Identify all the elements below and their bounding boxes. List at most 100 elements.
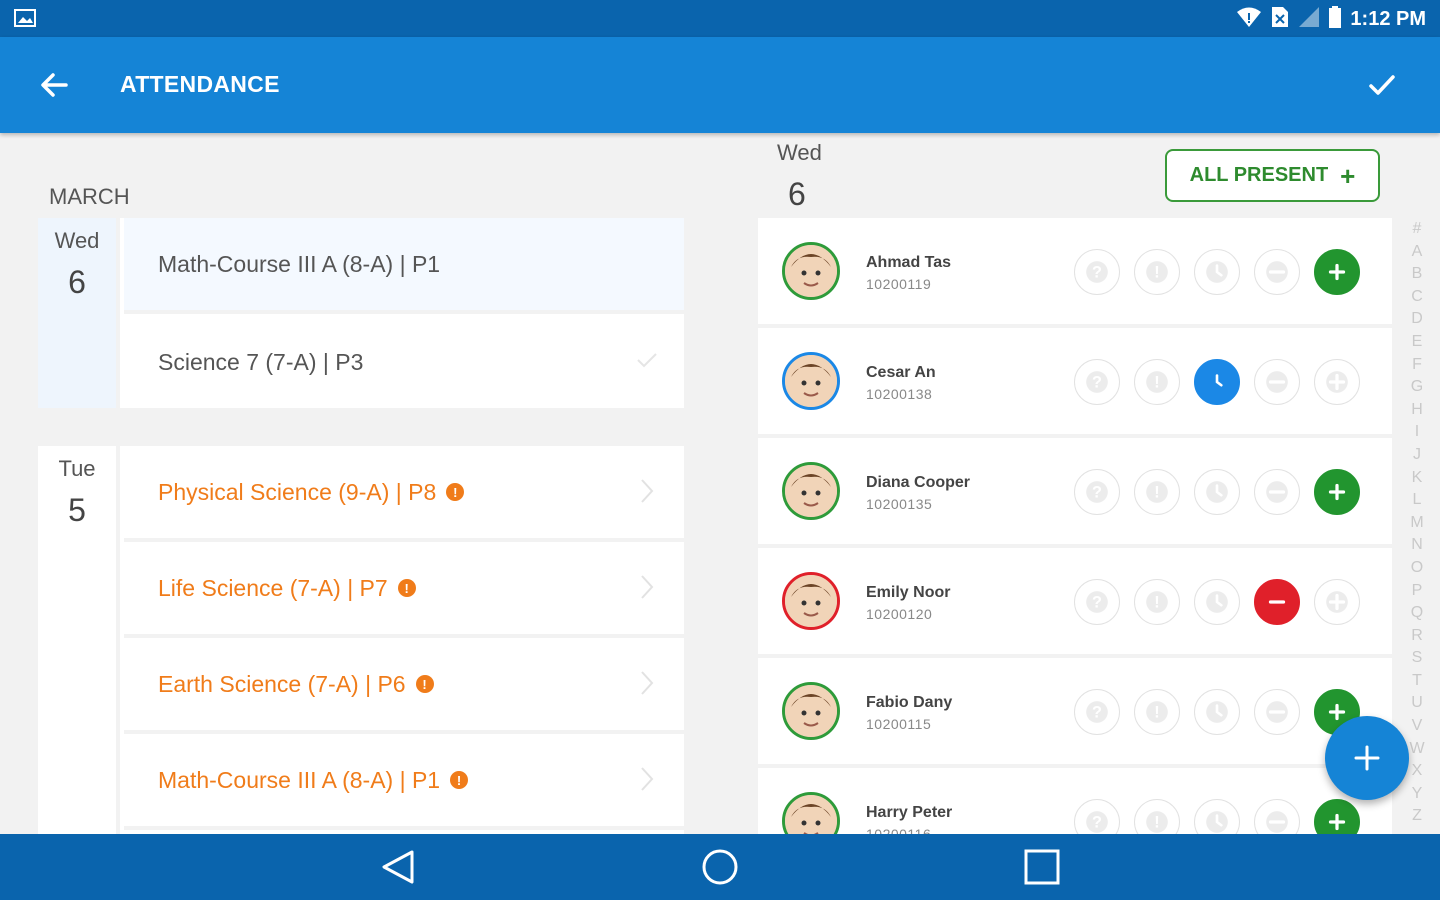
alphabet-letter[interactable]: # xyxy=(1408,218,1426,241)
selected-day-of-week: Wed xyxy=(777,140,822,165)
alphabet-letter[interactable]: C xyxy=(1408,286,1426,309)
absent-icon xyxy=(1264,809,1290,835)
alphabet-letter[interactable]: K xyxy=(1408,467,1426,490)
alphabet-letter[interactable]: X xyxy=(1408,760,1426,783)
alphabet-letter[interactable]: D xyxy=(1408,308,1426,331)
alphabet-letter[interactable]: N xyxy=(1408,534,1426,557)
course-item[interactable]: Math-Course III A (8-A) | P1 xyxy=(124,218,684,314)
day-number: 5 xyxy=(68,492,86,528)
alphabet-letter[interactable]: U xyxy=(1408,692,1426,715)
course-item[interactable]: Math-Course III A (8-A) | P1 ! xyxy=(124,734,684,830)
day-group-wed-6: Wed 6 Math-Course III A (8-A) | P1 Scien… xyxy=(38,218,684,408)
absent-icon xyxy=(1264,589,1290,615)
course-item[interactable]: Science 7 (7-A) | P3 xyxy=(124,314,684,408)
status-unknown-button[interactable]: ? xyxy=(1074,249,1120,295)
plus-icon: + xyxy=(1340,160,1356,191)
status-unknown-button[interactable]: ? xyxy=(1074,469,1120,515)
status-absent-button[interactable] xyxy=(1254,469,1300,515)
status-excused-button[interactable]: ! xyxy=(1134,469,1180,515)
status-unknown-button[interactable]: ? xyxy=(1074,359,1120,405)
status-tardy-button[interactable] xyxy=(1194,689,1240,735)
unknown-icon: ? xyxy=(1084,479,1110,505)
nav-back-icon[interactable] xyxy=(378,848,418,891)
status-present-button[interactable] xyxy=(1314,249,1360,295)
alphabet-letter[interactable]: R xyxy=(1408,625,1426,648)
status-unknown-button[interactable]: ? xyxy=(1074,579,1120,625)
status-absent-button[interactable] xyxy=(1254,359,1300,405)
alphabet-letter[interactable]: M xyxy=(1408,512,1426,535)
status-tardy-button[interactable] xyxy=(1194,469,1240,515)
alphabet-letter[interactable]: W xyxy=(1408,738,1426,761)
svg-text:!: ! xyxy=(1154,263,1159,281)
nav-home-icon[interactable] xyxy=(700,848,740,891)
alphabet-letter[interactable]: A xyxy=(1408,241,1426,264)
alphabet-letter[interactable]: Z xyxy=(1408,805,1426,828)
alphabet-letter[interactable]: O xyxy=(1408,557,1426,580)
alphabet-letter[interactable]: Y xyxy=(1408,783,1426,806)
day-column: Tue 5 xyxy=(38,446,120,834)
alphabet-letter[interactable]: S xyxy=(1408,647,1426,670)
student-name: Diana Cooper xyxy=(866,474,971,491)
alphabet-letter[interactable]: L xyxy=(1408,489,1426,512)
excused-icon: ! xyxy=(1144,369,1170,395)
svg-text:?: ? xyxy=(1092,703,1102,721)
avatar xyxy=(782,242,840,300)
status-absent-button[interactable] xyxy=(1254,689,1300,735)
status-excused-button[interactable]: ! xyxy=(1134,359,1180,405)
excused-icon: ! xyxy=(1144,259,1170,285)
status-present-button[interactable] xyxy=(1314,469,1360,515)
alphabet-letter[interactable]: J xyxy=(1408,444,1426,467)
unknown-icon: ? xyxy=(1084,589,1110,615)
status-tardy-button[interactable] xyxy=(1194,249,1240,295)
excused-icon: ! xyxy=(1144,479,1170,505)
avatar xyxy=(782,462,840,520)
status-absent-button[interactable] xyxy=(1254,579,1300,625)
excused-icon: ! xyxy=(1144,589,1170,615)
status-tardy-button[interactable] xyxy=(1194,579,1240,625)
present-icon xyxy=(1324,809,1350,835)
alphabet-index[interactable]: # A B C D E F G H I J K L M N O P Q R S T U V W X Y Z xyxy=(1408,218,1426,828)
tardy-icon xyxy=(1204,259,1230,285)
excused-icon: ! xyxy=(1144,809,1170,835)
alphabet-letter[interactable]: T xyxy=(1408,670,1426,693)
course-name: Science 7 (7-A) | P3 xyxy=(158,348,364,375)
gallery-icon xyxy=(14,9,36,32)
alphabet-letter[interactable]: V xyxy=(1408,715,1426,738)
alphabet-letter[interactable]: H xyxy=(1408,399,1426,422)
alphabet-letter[interactable]: I xyxy=(1408,421,1426,444)
alphabet-letter[interactable]: Q xyxy=(1408,602,1426,625)
student-name: Harry Peter xyxy=(866,804,953,821)
nav-recents-icon[interactable] xyxy=(1022,848,1062,891)
tardy-icon xyxy=(1204,479,1230,505)
unknown-icon: ? xyxy=(1084,369,1110,395)
status-excused-button[interactable]: ! xyxy=(1134,249,1180,295)
alphabet-letter[interactable]: F xyxy=(1408,354,1426,377)
day-number: 6 xyxy=(68,264,86,300)
status-unknown-button[interactable]: ? xyxy=(1074,689,1120,735)
save-check-icon[interactable] xyxy=(1364,67,1400,108)
status-tardy-button[interactable] xyxy=(1194,359,1240,405)
back-arrow-icon[interactable] xyxy=(36,67,72,108)
alphabet-letter[interactable]: G xyxy=(1408,376,1426,399)
present-icon xyxy=(1324,259,1350,285)
wifi-icon xyxy=(1236,6,1262,33)
alphabet-letter[interactable]: B xyxy=(1408,263,1426,286)
course-item[interactable]: Physical Science (9-A) | P8 ! xyxy=(124,446,684,542)
add-fab-button[interactable] xyxy=(1325,716,1409,800)
absent-icon xyxy=(1264,699,1290,725)
course-item[interactable]: Life Science (7-A) | P7 ! xyxy=(124,542,684,638)
student-row: Fabio Dany 10200115?! xyxy=(758,658,1392,764)
course-item[interactable]: Earth Science (7-A) | P6 ! xyxy=(124,638,684,734)
alphabet-letter[interactable]: E xyxy=(1408,331,1426,354)
svg-text:?: ? xyxy=(1092,373,1102,391)
status-excused-button[interactable]: ! xyxy=(1134,689,1180,735)
status-present-button[interactable] xyxy=(1314,579,1360,625)
status-absent-button[interactable] xyxy=(1254,249,1300,295)
all-present-button[interactable]: ALL PRESENT + xyxy=(1165,149,1380,202)
app-bar: ATTENDANCE xyxy=(0,37,1440,133)
chevron-right-icon xyxy=(640,670,654,702)
status-excused-button[interactable]: ! xyxy=(1134,579,1180,625)
status-present-button[interactable] xyxy=(1314,359,1360,405)
present-icon xyxy=(1324,589,1350,615)
alphabet-letter[interactable]: P xyxy=(1408,580,1426,603)
